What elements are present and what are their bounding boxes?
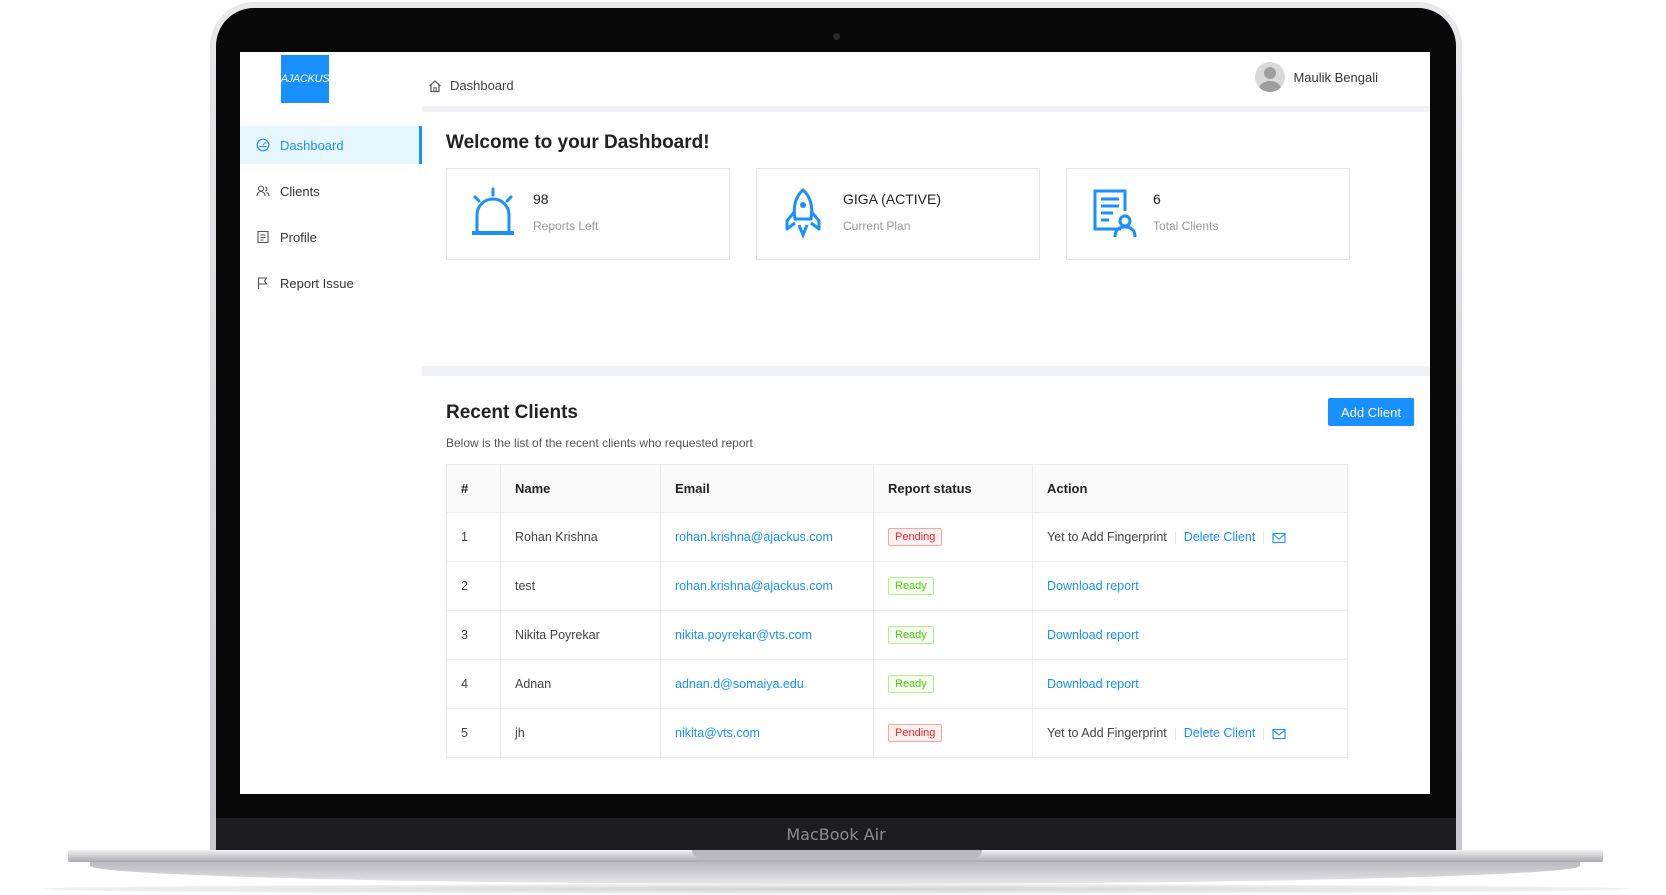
breadcrumb-label: Dashboard [450,78,514,93]
divider [1263,531,1265,544]
client-name: Rohan Krishna [500,512,661,562]
row-number: 1 [446,512,501,562]
sidebar-item-label: Dashboard [280,137,344,153]
laptop-base-bottom [90,862,1580,884]
client-name: Nikita Poyrekar [500,610,661,660]
column-header-action: Action [1032,464,1348,513]
row-number: 5 [446,708,501,758]
client-name: jh [500,708,661,758]
status-badge: Pending [888,528,943,546]
client-email-link[interactable]: rohan.krishna@ajackus.com [675,579,833,593]
sidebar-item-profile[interactable]: Profile [240,218,422,256]
status-badge: Pending [888,724,943,742]
sidebar-item-clients[interactable]: Clients [240,172,422,210]
home-icon [428,79,442,93]
column-header-name: Name [500,464,661,513]
sidebar-item-label: Clients [280,183,320,199]
alarm-icon [469,187,517,239]
divider [1174,531,1176,544]
sidebar-menu: Dashboard Clients Profile Report Issue [240,126,422,310]
client-email-link[interactable]: nikita@vts.com [675,726,760,740]
column-header-number: # [446,464,501,513]
column-header-status: Report status [873,464,1033,513]
row-number: 3 [446,610,501,660]
logo[interactable]: AJACKUS [281,55,330,103]
download-report-link[interactable]: Download report [1047,628,1139,642]
sidebar-item-label: Report Issue [280,275,354,291]
divider [1263,727,1265,740]
table-row: 3 Nikita Poyrekar nikita.poyrekar@vts.co… [446,610,1348,660]
download-report-link[interactable]: Download report [1047,579,1139,593]
row-number: 4 [446,659,501,709]
divider [1174,727,1176,740]
table-header-row: # Name Email Report status Action [446,464,1348,513]
client-document-icon [1089,187,1137,239]
user-name: Maulik Bengali [1293,69,1378,85]
client-name: Adnan [500,659,661,709]
stat-value: 98 [533,191,549,207]
table-row: 1 Rohan Krishna rohan.krishna@ajackus.co… [446,512,1348,562]
app-screen: AJACKUS Dashboard Clients Profile Report… [240,52,1430,794]
stat-card-plan: GIGA (ACTIVE) Current Plan [756,168,1040,260]
laptop-notch [692,850,982,858]
laptop-shadow [40,884,1630,894]
client-email-link[interactable]: rohan.krishna@ajackus.com [675,530,833,544]
stat-label: Current Plan [843,219,911,233]
user-menu[interactable]: Maulik Bengali [1255,62,1378,92]
recent-clients-panel: Recent Clients Below is the list of the … [422,376,1430,794]
sidebar-item-report-issue[interactable]: Report Issue [240,264,422,302]
delete-client-link[interactable]: Delete Client [1184,530,1256,544]
stat-value: 6 [1153,191,1161,207]
clients-table: # Name Email Report status Action 1 Roha… [446,464,1348,758]
breadcrumb[interactable]: Dashboard [428,78,514,93]
add-client-button[interactable]: Add Client [1328,398,1414,426]
action-status-text: Yet to Add Fingerprint [1047,530,1167,544]
column-header-email: Email [660,464,874,513]
table-row: 2 test rohan.krishna@ajackus.com Ready D… [446,561,1348,611]
flag-icon [256,276,270,290]
table-row: 5 jh nikita@vts.com Pending Yet to Add F… [446,708,1348,758]
stat-value: GIGA (ACTIVE) [843,191,942,207]
mail-icon[interactable] [1272,728,1286,740]
status-badge: Ready [888,675,934,693]
download-report-link[interactable]: Download report [1047,677,1139,691]
action-status-text: Yet to Add Fingerprint [1047,726,1167,740]
avatar [1255,62,1286,92]
device-label: MacBook Air [786,825,886,844]
stat-card-reports: 98 Reports Left [446,168,730,260]
stat-label: Total Clients [1153,219,1219,233]
client-email-link[interactable]: nikita.poyrekar@vts.com [675,628,812,642]
status-badge: Ready [888,626,934,644]
sidebar-item-label: Profile [280,229,317,245]
top-header: Dashboard Maulik Bengali [422,52,1430,106]
camera [833,33,840,40]
sidebar-item-dashboard[interactable]: Dashboard [240,126,422,164]
welcome-panel: Welcome to your Dashboard! 98 Reports Le… [422,112,1430,366]
mail-icon[interactable] [1272,532,1286,544]
profile-icon [256,230,270,244]
status-badge: Ready [888,577,934,595]
row-number: 2 [446,561,501,611]
rocket-icon [779,187,827,240]
client-name: test [500,561,661,611]
section-subtitle: Below is the list of the recent clients … [446,436,753,450]
sidebar: AJACKUS Dashboard Clients Profile Report… [240,52,422,794]
stat-card-clients: 6 Total Clients [1066,168,1350,260]
section-title: Recent Clients [446,402,578,423]
table-row: 4 Adnan adnan.d@somaiya.edu Ready Downlo… [446,659,1348,709]
page-title: Welcome to your Dashboard! [446,132,710,153]
dashboard-icon [256,138,270,152]
clients-icon [256,184,270,198]
delete-client-link[interactable]: Delete Client [1184,726,1256,740]
stat-label: Reports Left [533,219,599,233]
client-email-link[interactable]: adnan.d@somaiya.edu [675,677,804,691]
